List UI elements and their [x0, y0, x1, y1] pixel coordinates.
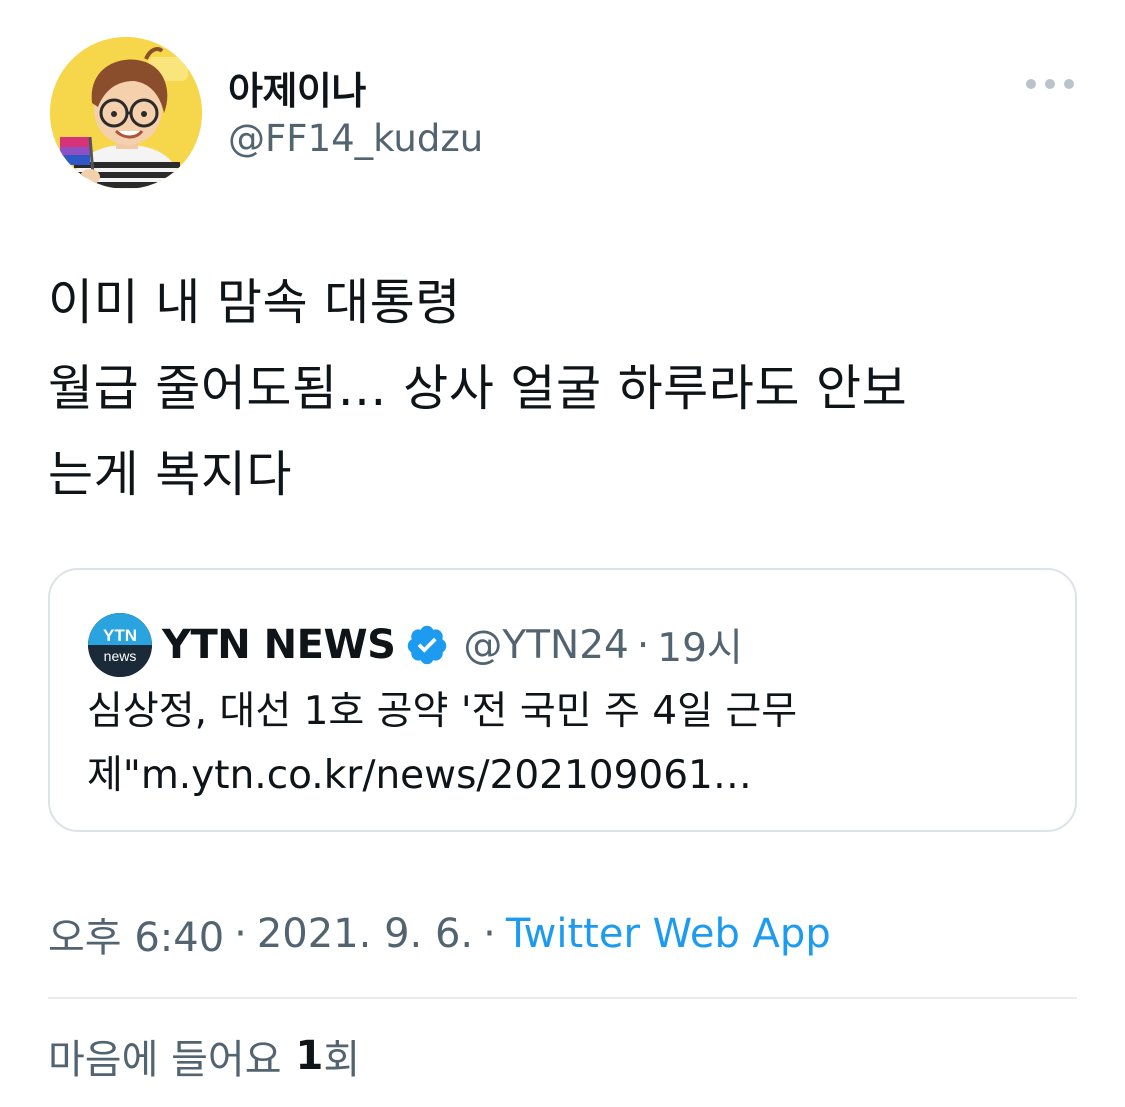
tweet-time[interactable]: 오후 6:40 [48, 905, 224, 963]
likes-summary[interactable]: 마음에 들어요 1 회 [48, 1028, 360, 1084]
separator-dot: · [483, 911, 496, 957]
cartoon-avatar-image [50, 37, 202, 189]
ytn-logo-text-top: YTN [103, 626, 137, 645]
tweet-meta: 오후 6:40 · 2021. 9. 6. · Twitter Web App [48, 906, 831, 962]
separator-dot: · [636, 622, 650, 668]
quoted-author-handle[interactable]: @YTN24 [463, 623, 628, 668]
quoted-text-line: 심상정, 대선 1호 공약 '전 국민 주 4일 근무 [87, 689, 798, 734]
tweet-text-line: 는게 복지다 [48, 446, 292, 503]
likes-label: 마음에 들어요 [48, 1037, 282, 1083]
verified-badge-icon [405, 623, 449, 667]
quoted-tweet-text: 심상정, 대선 1호 공약 '전 국민 주 4일 근무 제"m.ytn.co.k… [87, 680, 1047, 808]
tweet-source-link[interactable]: Twitter Web App [506, 911, 831, 957]
ytn-logo-text-bottom: news [104, 648, 137, 664]
more-dot [1045, 79, 1055, 89]
quoted-text-line: 제"m.ytn.co.kr/news/202109061… [87, 753, 752, 798]
more-horizontal-icon[interactable] [1026, 70, 1074, 98]
tweet-text: 이미 내 맘속 대통령 월급 줄어도됨… 상사 얼굴 하루라도 안보 는게 복지… [48, 260, 1088, 518]
likes-count: 1 [295, 1033, 324, 1079]
author-display-name[interactable]: 아제이나 [228, 60, 366, 115]
ytn-logo-icon: YTN news [88, 613, 152, 677]
ytn-avatar[interactable]: YTN news [88, 613, 152, 677]
tweet-text-line: 월급 줄어도됨… 상사 얼굴 하루라도 안보 [48, 360, 908, 417]
quoted-tweet-header: YTN NEWS @YTN24 · 19시 [162, 615, 743, 675]
more-dot [1064, 79, 1074, 89]
tweet-date[interactable]: 2021. 9. 6. [257, 911, 473, 957]
divider [48, 997, 1077, 999]
tweet-text-line: 이미 내 맘속 대통령 [48, 274, 461, 331]
likes-unit: 회 [323, 1037, 361, 1083]
tweet-detail: 아제이나 @FF14_kudzu 이미 내 맘속 대통령 월급 줄어도됨… 상사… [0, 0, 1125, 1107]
quoted-tweet-card[interactable]: YTN news YTN NEWS @YTN24 · 19시 심상정, 대선 1… [48, 568, 1077, 832]
more-dot [1026, 79, 1036, 89]
separator-dot: · [234, 911, 247, 957]
author-avatar[interactable] [50, 37, 202, 189]
quoted-tweet-time[interactable]: 19시 [657, 617, 743, 673]
author-handle[interactable]: @FF14_kudzu [228, 117, 483, 160]
quoted-author-name[interactable]: YTN NEWS [162, 622, 396, 668]
